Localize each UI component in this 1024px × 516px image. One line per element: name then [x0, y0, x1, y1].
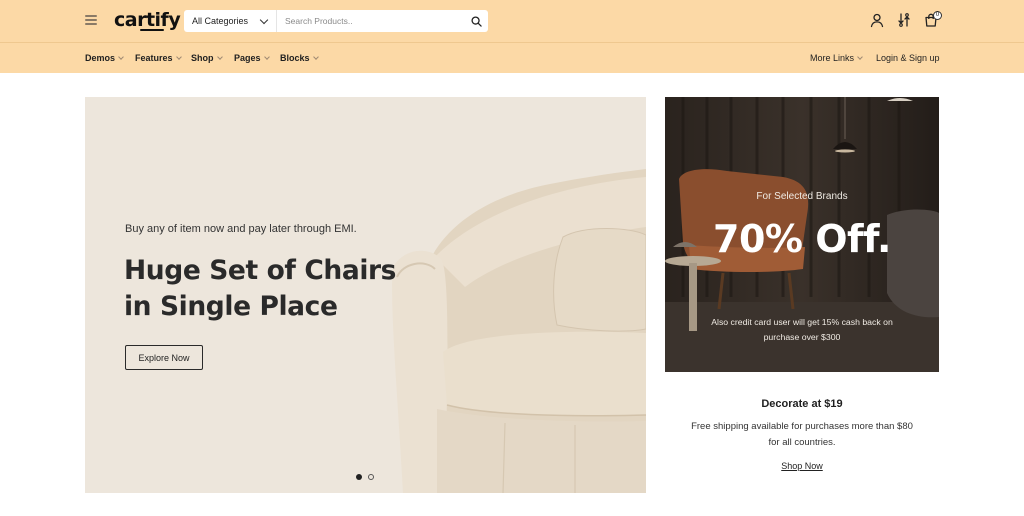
- chevron-down-icon: [175, 54, 182, 60]
- shop-now-link[interactable]: Shop Now: [665, 461, 939, 471]
- decorate-title: Decorate at $19: [761, 398, 843, 410]
- slide-dot-2[interactable]: [368, 474, 374, 480]
- user-account-icon[interactable]: [869, 12, 885, 28]
- nav-item-blocks[interactable]: Blocks: [280, 53, 319, 63]
- promo-note: Also credit card user will get 15% cash …: [711, 317, 893, 342]
- nav-label: Pages: [234, 53, 261, 63]
- nav-label: Blocks: [280, 53, 310, 63]
- search-bar: All Categories: [184, 10, 488, 32]
- explore-now-button[interactable]: Explore Now: [125, 345, 203, 370]
- promo-banner[interactable]: For Selected Brands 70% Off. Also credit…: [665, 97, 939, 372]
- main-navigation: Demos Features Shop Pages Blocks More Li…: [0, 42, 1024, 73]
- hero-title-line-1: Huge Set of Chairs: [124, 255, 397, 286]
- slider-pagination: [356, 474, 374, 480]
- promo-kicker: For Selected Brands: [756, 191, 848, 202]
- logo-underline: [140, 29, 164, 31]
- chevron-down-icon: [312, 54, 319, 60]
- chevron-down-icon: [263, 54, 270, 60]
- nav-item-features[interactable]: Features: [135, 53, 182, 63]
- category-select[interactable]: All Categories: [184, 10, 277, 32]
- search-input[interactable]: [277, 10, 464, 32]
- chevron-down-icon: [857, 54, 863, 60]
- hero-banner: Buy any of item now and pay later throug…: [85, 97, 646, 493]
- hero-kicker-text: Buy any of item now and pay later throug…: [125, 223, 357, 235]
- top-header: cartify All Categories 0: [0, 0, 1024, 42]
- search-icon[interactable]: [464, 10, 488, 32]
- nav-label: Login & Sign up: [876, 53, 940, 63]
- compare-icon[interactable]: [896, 12, 912, 28]
- cart-count-badge: 0: [933, 11, 942, 20]
- category-select-value: All Categories: [192, 16, 249, 26]
- hero-title-line-2: in Single Place: [124, 291, 338, 322]
- decorate-description: Free shipping available for purchases mo…: [691, 421, 913, 448]
- hamburger-menu-icon[interactable]: [85, 15, 97, 25]
- nav-item-pages[interactable]: Pages: [234, 53, 270, 63]
- nav-label: More Links: [810, 53, 855, 63]
- nav-label: Features: [135, 53, 173, 63]
- site-logo[interactable]: cartify: [114, 9, 181, 31]
- promo-discount: 70% Off.: [713, 217, 891, 261]
- nav-label: Demos: [85, 53, 116, 63]
- chevron-down-icon: [259, 15, 269, 24]
- chevron-down-icon: [216, 54, 223, 60]
- nav-item-shop[interactable]: Shop: [191, 53, 223, 63]
- nav-label: Shop: [191, 53, 214, 63]
- slide-dot-1[interactable]: [356, 474, 362, 480]
- nav-item-more-links[interactable]: More Links: [810, 53, 863, 63]
- chevron-down-icon: [118, 54, 124, 60]
- nav-item-demos[interactable]: Demos: [85, 53, 124, 63]
- hero-title: Huge Set of Chairs in Single Place: [124, 253, 397, 325]
- login-signup-link[interactable]: Login & Sign up: [876, 53, 940, 63]
